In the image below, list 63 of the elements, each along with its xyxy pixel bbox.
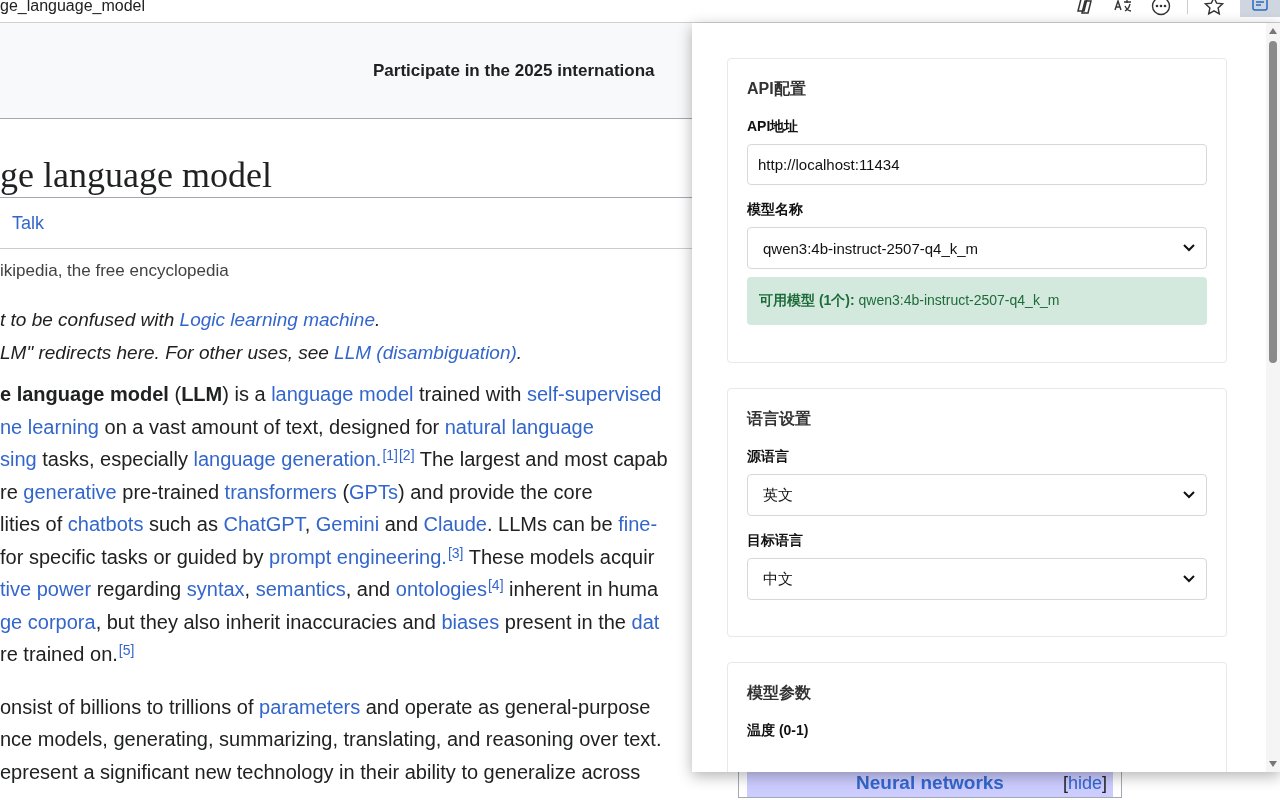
article-link[interactable]: chatbots: [67, 513, 144, 535]
field-label: 模型名称: [747, 201, 804, 219]
tagline-text: ikipedia, the free encyclopedia: [0, 260, 230, 281]
article-link[interactable]: hide: [1067, 772, 1102, 793]
address-text[interactable]: ge_language_model: [0, 0, 145, 15]
navbox-title[interactable]: Neural networks: [856, 772, 1004, 794]
banner-text: Participate in the 2025 internationa: [373, 60, 655, 81]
input-field[interactable]: http://localhost:11434: [747, 144, 1207, 185]
section-title: 模型参数: [747, 683, 812, 703]
copilot-icon[interactable]: [1075, 0, 1095, 16]
chevron-down-icon: [1182, 574, 1196, 584]
field-label: 温度 (0-1): [747, 722, 810, 740]
reference-link[interactable]: [2]: [398, 447, 415, 463]
article-link[interactable]: tive power: [0, 578, 92, 600]
page-tab[interactable]: Talk: [12, 208, 44, 238]
dropdown[interactable]: 中文: [747, 558, 1207, 600]
article-link[interactable]: ChatGPT: [223, 513, 305, 535]
article-link[interactable]: Logic learning machine: [179, 309, 375, 330]
article-link[interactable]: self-supervised: [526, 383, 662, 405]
article-link[interactable]: biases: [441, 610, 500, 633]
scrollbar[interactable]: [1266, 23, 1280, 772]
model-notice: 可用模型 (1个): qwen3:4b-instruct-2507-q4_k_m: [747, 277, 1207, 325]
article-link[interactable]: parameters: [259, 695, 361, 718]
paragraph-text: epresent a significant new technology in their ability to generalize across: [0, 759, 642, 785]
article-link[interactable]: GPTs: [349, 480, 398, 503]
scroll-up-icon[interactable]: [1268, 27, 1278, 35]
article-link[interactable]: dat: [631, 610, 660, 633]
chevron-down-icon: [1182, 490, 1196, 500]
article-link[interactable]: natural language: [444, 415, 594, 438]
article-link[interactable]: fine-: [618, 513, 658, 535]
article-link[interactable]: language model: [271, 383, 414, 405]
article-link[interactable]: transformers: [224, 480, 337, 503]
scrollbar-thumb[interactable]: [1269, 41, 1277, 363]
toolbar-button[interactable]: [1240, 0, 1280, 17]
dropdown[interactable]: 英文: [747, 474, 1207, 516]
article-link[interactable]: ne learning: [0, 415, 99, 438]
field-label: 目标语言: [747, 532, 804, 550]
section-title: API配置: [747, 79, 807, 99]
paragraph-text: nce models, generating, summarizing, translating, and reasoning over text.: [0, 727, 663, 752]
article-link[interactable]: Claude: [423, 513, 487, 535]
toggle-text: [hide]: [1062, 772, 1107, 794]
article-link[interactable]: semantics: [255, 578, 346, 600]
field-label: 源语言: [747, 448, 790, 466]
reference-link[interactable]: [1]: [382, 447, 398, 463]
reference-link[interactable]: [5]: [118, 642, 135, 658]
chevron-down-icon: [1182, 243, 1196, 253]
dropdown[interactable]: qwen3:4b-instruct-2507-q4_k_m: [747, 227, 1207, 269]
scroll-down-icon[interactable]: [1268, 760, 1278, 768]
article-link[interactable]: Gemini: [315, 513, 380, 535]
field-label: API地址: [747, 118, 800, 136]
reference-link[interactable]: [4]: [488, 577, 504, 593]
article-link[interactable]: sing: [0, 448, 37, 470]
article-link[interactable]: prompt engineering.: [269, 545, 447, 568]
reference-link[interactable]: [3]: [447, 544, 464, 561]
article-link[interactable]: language generation.: [193, 448, 382, 470]
article-link[interactable]: ge corpora: [0, 610, 96, 633]
star-icon[interactable]: [1204, 0, 1224, 16]
more-icon[interactable]: [1151, 0, 1171, 16]
article-link[interactable]: generative: [23, 480, 117, 503]
article-link[interactable]: LLM (disambiguation): [334, 342, 517, 363]
article-link[interactable]: ontologies: [395, 578, 487, 600]
section-title: 语言设置: [747, 409, 812, 429]
article-link[interactable]: syntax: [186, 578, 245, 600]
